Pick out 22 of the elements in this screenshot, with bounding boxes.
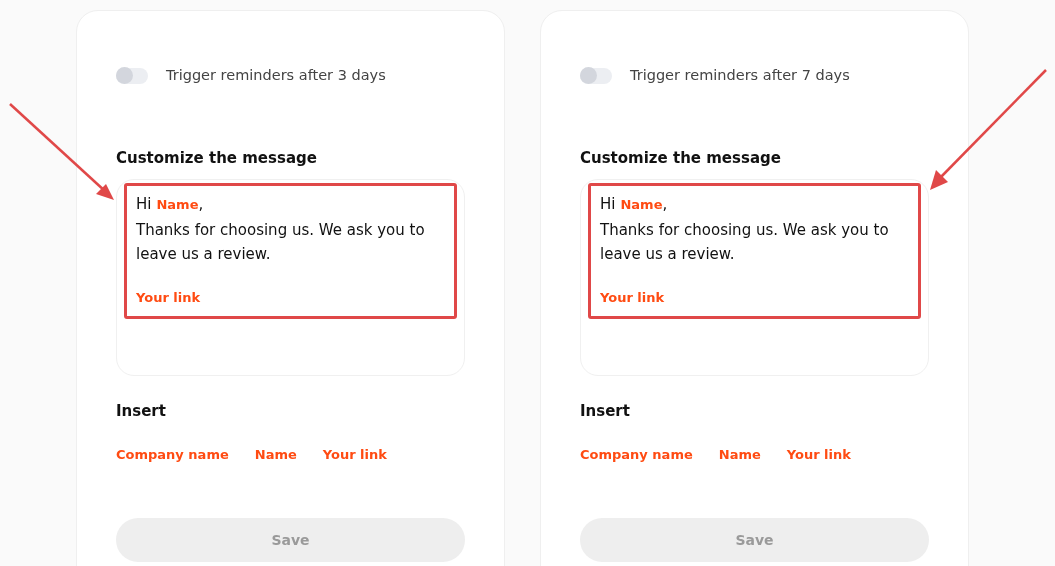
link-token: Your link (600, 289, 665, 308)
toggle-label: Trigger reminders after 3 days (166, 66, 386, 85)
message-body: Thanks for choosing us. We ask you to leave us a review. (136, 220, 426, 266)
message-field[interactable]: Hi Name, Thanks for choosing us. We ask you to leave us a review. Your link (116, 179, 465, 377)
insert-token[interactable]: Company name (580, 444, 693, 465)
message-field[interactable]: Hi Name, Thanks for choosing us. We ask you to leave us a review. Your link (580, 179, 929, 377)
toggle-switch[interactable] (116, 67, 148, 84)
section-heading: Customize the message (116, 147, 318, 169)
link-token: Your link (136, 289, 201, 308)
insert-token[interactable]: Name (254, 444, 297, 465)
section-heading: Customize the message (580, 147, 782, 169)
section-heading: Insert (580, 401, 631, 423)
insert-token[interactable]: Your link (786, 444, 851, 465)
insert-token[interactable]: Your link (322, 444, 387, 465)
insert-token[interactable]: Name (718, 444, 761, 465)
message-body: Thanks for choosing us. We ask you to leave us a review. (600, 220, 890, 266)
toggle-switch[interactable] (580, 67, 612, 84)
greeting-text: Hi Name, (600, 194, 668, 216)
insert-token[interactable]: Company name (116, 444, 229, 465)
section-heading: Insert (116, 401, 167, 423)
greeting-text: Hi Name, (136, 194, 204, 216)
toggle-label: Trigger reminders after 7 days (630, 66, 850, 85)
